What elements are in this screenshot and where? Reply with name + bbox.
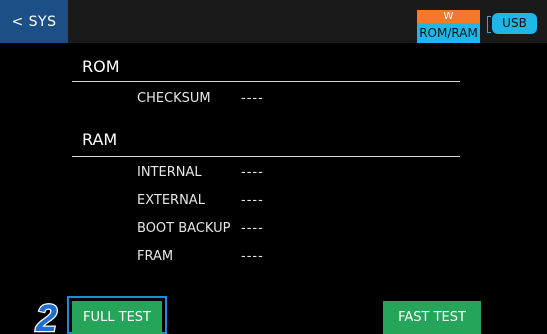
usb-indicator[interactable]: USB bbox=[481, 11, 541, 37]
full-test-button[interactable]: FULL TEST bbox=[72, 301, 162, 334]
ram-boot-backup-value: ---- bbox=[241, 221, 264, 236]
ram-external-value: ---- bbox=[241, 193, 264, 208]
step-number-text: 2 bbox=[35, 298, 57, 334]
ram-internal-value: ---- bbox=[241, 165, 264, 180]
status-indicator: W ROM/RAM bbox=[417, 10, 480, 43]
status-mode-label: ROM/RAM bbox=[417, 23, 480, 43]
ram-fram-label: FRAM bbox=[137, 249, 174, 264]
fast-test-button[interactable]: FAST TEST bbox=[383, 301, 481, 334]
back-button[interactable]: < SYS bbox=[0, 0, 68, 43]
usb-button[interactable]: USB bbox=[492, 13, 537, 34]
top-bar: < SYS W ROM/RAM USB bbox=[0, 0, 547, 43]
rom-checksum-value: ---- bbox=[241, 91, 264, 106]
ram-fram-value: ---- bbox=[241, 249, 264, 264]
step-number-badge: 2 bbox=[34, 298, 59, 334]
rom-checksum-label: CHECKSUM bbox=[137, 91, 211, 106]
ram-section-title: RAM bbox=[82, 130, 118, 149]
rom-divider bbox=[72, 81, 460, 82]
ram-boot-backup-label: BOOT BACKUP bbox=[137, 221, 231, 236]
usb-bracket-icon bbox=[487, 16, 491, 33]
ram-external-label: EXTERNAL bbox=[137, 193, 205, 208]
rom-section-title: ROM bbox=[82, 57, 120, 76]
back-label: < SYS bbox=[11, 13, 57, 30]
status-write-label: W bbox=[417, 10, 480, 23]
ram-divider bbox=[72, 156, 460, 157]
screen: < SYS W ROM/RAM USB ROM CHECKSUM ---- RA… bbox=[0, 0, 547, 334]
ram-internal-label: INTERNAL bbox=[137, 165, 202, 180]
